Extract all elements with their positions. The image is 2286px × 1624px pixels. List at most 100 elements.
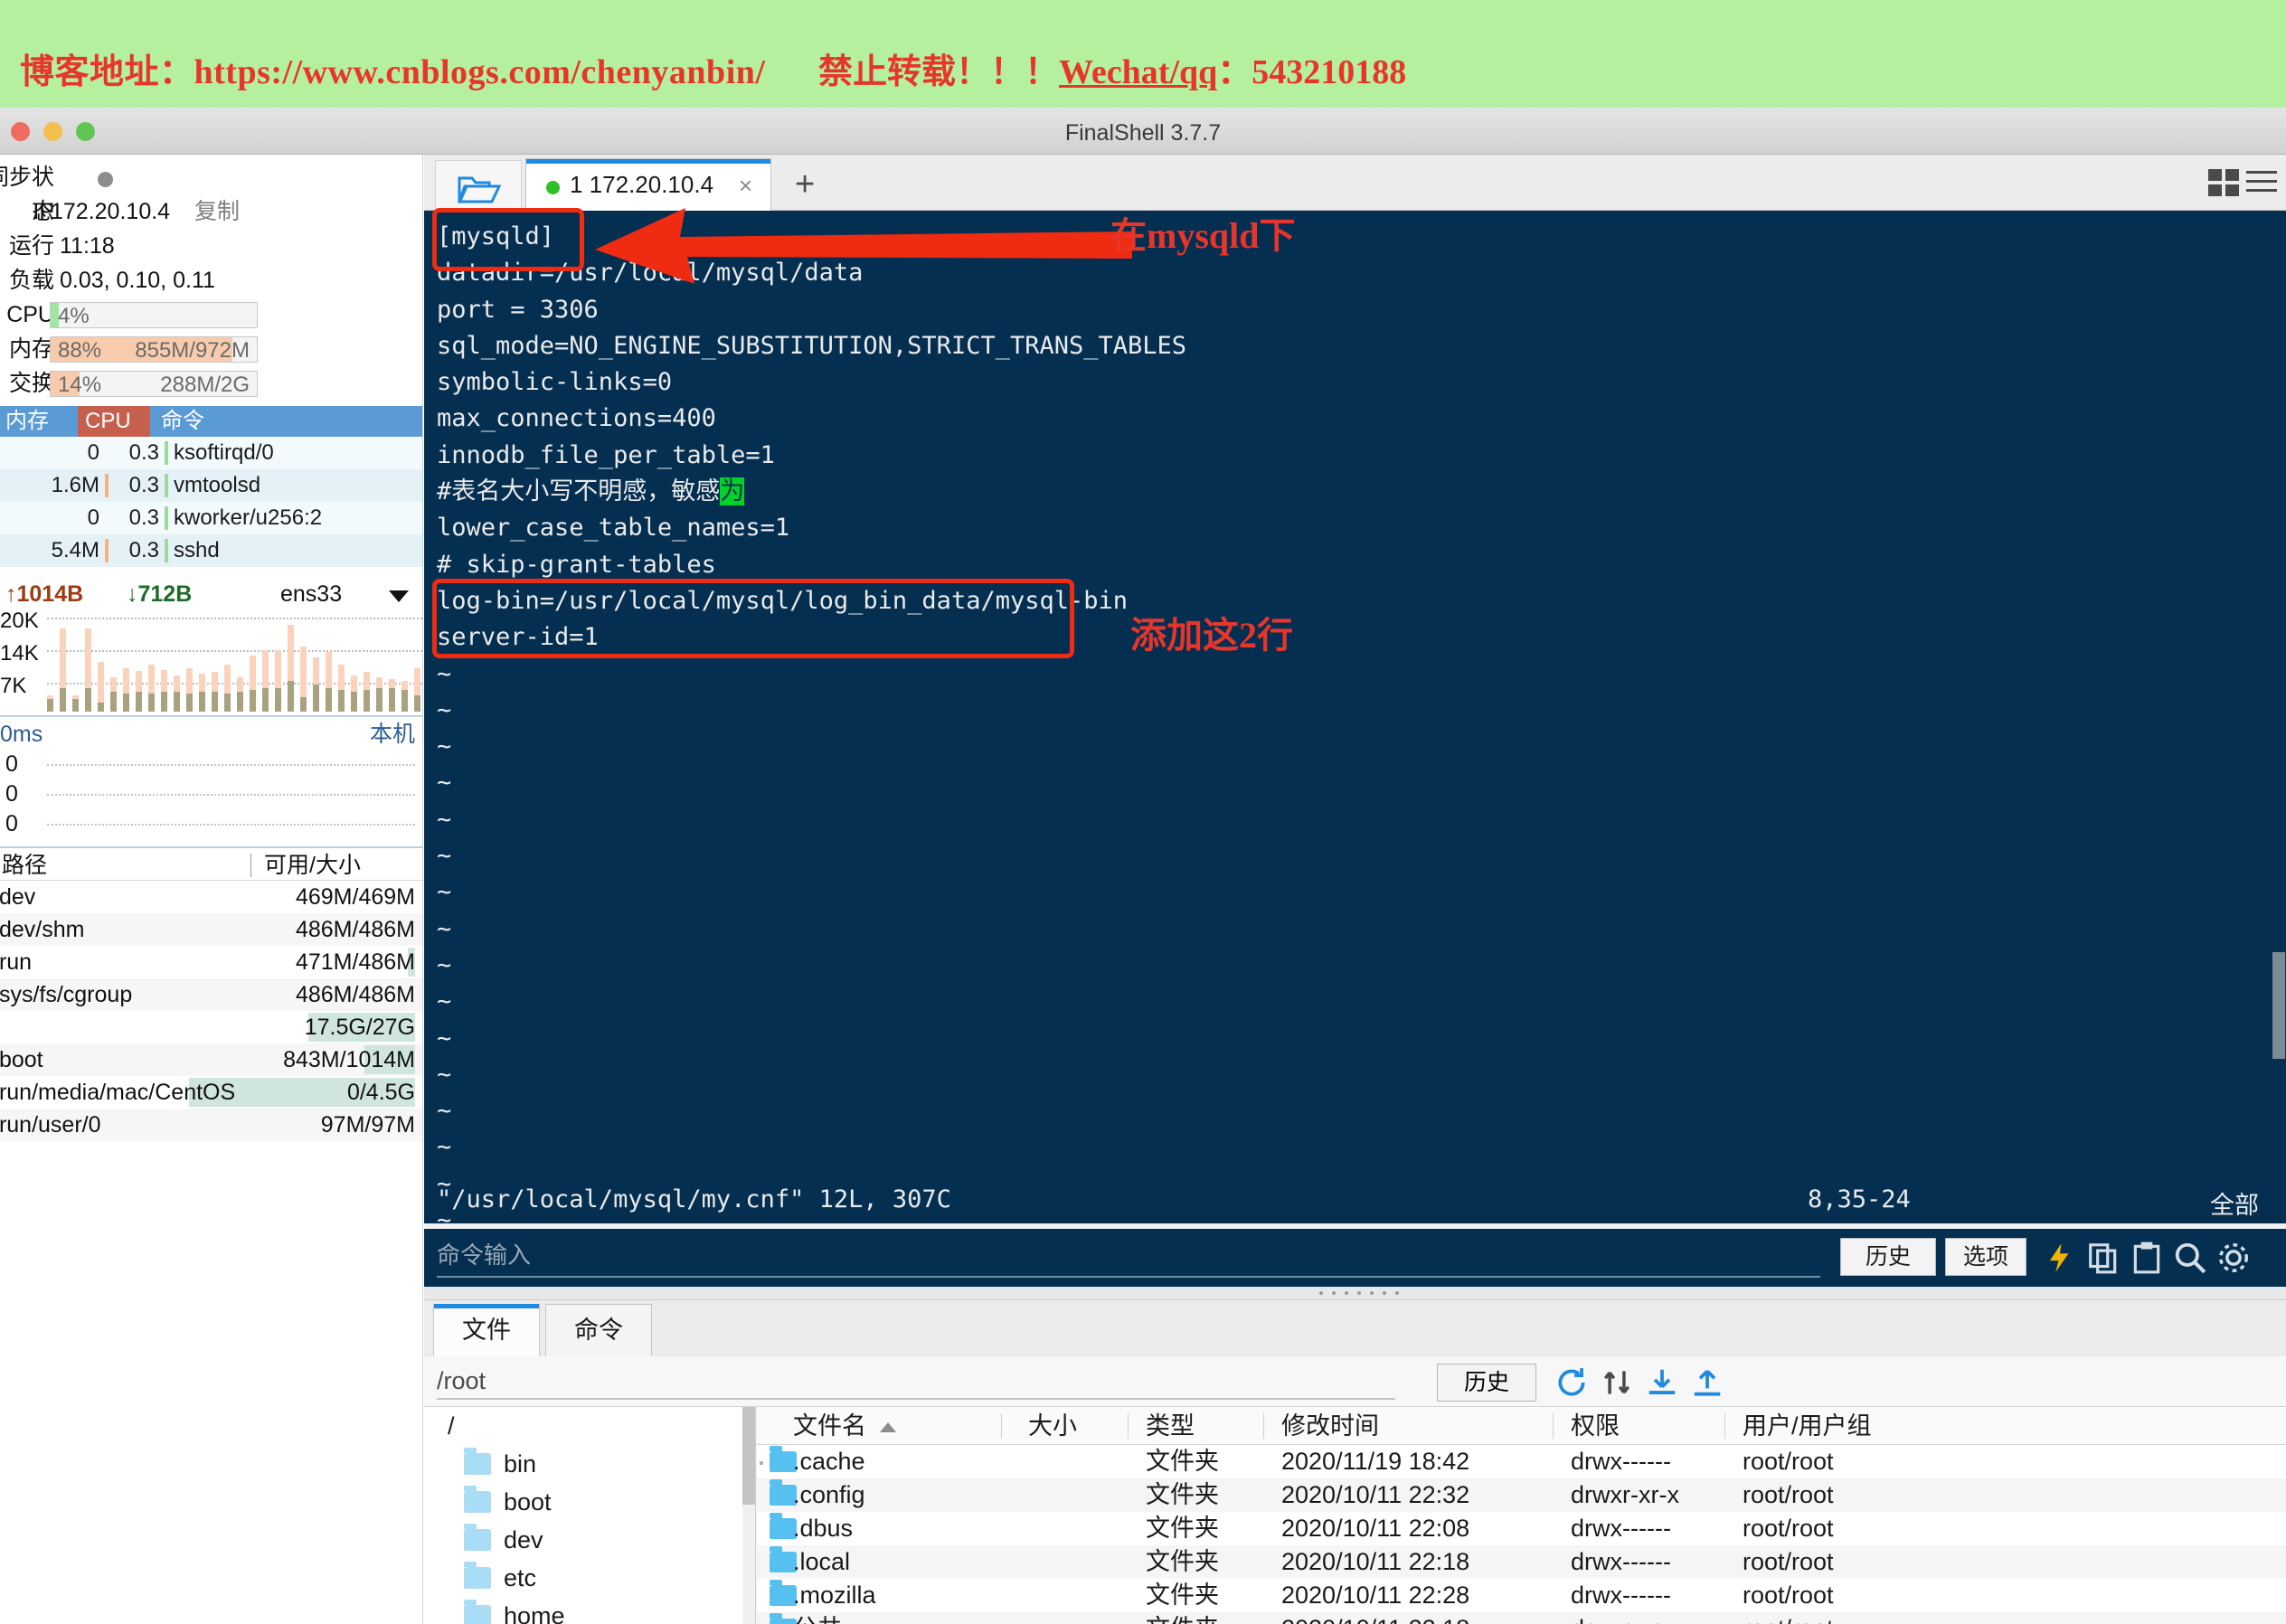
terminal-scrollbar[interactable] xyxy=(2272,211,2286,1223)
latency-number: 0 xyxy=(5,811,18,836)
sort-arrows-icon[interactable] xyxy=(1600,1365,1634,1400)
tree-node[interactable]: home xyxy=(424,1597,755,1624)
process-row[interactable]: 1.6M 0.3 vmtoolsd xyxy=(0,469,422,502)
disk-path: /dev xyxy=(0,884,36,910)
tree-node-label: boot xyxy=(504,1488,552,1515)
gear-icon[interactable] xyxy=(2216,1241,2251,1275)
lightning-icon[interactable] xyxy=(2043,1241,2077,1275)
disk-row[interactable]: /run 471M/486M xyxy=(0,946,422,978)
panel-splitter[interactable] xyxy=(424,1287,2286,1299)
process-col-command[interactable]: 命令 xyxy=(161,406,204,437)
network-ytick-1: 14K xyxy=(0,641,39,666)
window-title: FinalShell 3.7.7 xyxy=(1064,120,1222,146)
folder-icon xyxy=(464,1562,491,1589)
load-label: 负载 xyxy=(8,268,54,293)
disk-row[interactable]: /17.5G/27G xyxy=(0,1011,422,1043)
chevron-down-icon[interactable] xyxy=(389,590,409,602)
file-column-header[interactable]: 修改时间 xyxy=(1281,1407,1379,1445)
tree-scrollbar-thumb[interactable] xyxy=(742,1407,755,1505)
terminal-line: port = 3306 xyxy=(437,295,599,324)
directory-tree[interactable]: /binbootdevetchomelib xyxy=(424,1407,756,1624)
process-cpu-bar xyxy=(165,539,168,562)
file-list-row[interactable]: .local 文件夹 2020/10/11 22:18 drwx------ root/… xyxy=(757,1545,2286,1579)
latency-number: 0 xyxy=(5,751,18,777)
cpu-usage-bar: 4% xyxy=(50,302,258,328)
file-owner: root/root xyxy=(1743,1548,1834,1575)
open-folder-button[interactable] xyxy=(435,160,522,209)
disk-col-path[interactable]: 路径 xyxy=(2,848,47,883)
process-row[interactable]: 0 0.3 kworker/u256:2 xyxy=(0,502,422,534)
latency-number: 0 xyxy=(5,781,18,807)
copy-icon[interactable] xyxy=(2086,1241,2121,1275)
disk-row[interactable]: /run/user/0 97M/97M xyxy=(0,1109,422,1141)
disk-size: 17.5G/27G xyxy=(304,1015,415,1040)
file-name: 公共 xyxy=(793,1612,842,1624)
search-icon[interactable] xyxy=(2173,1241,2207,1275)
tree-node[interactable]: dev xyxy=(424,1521,755,1559)
file-column-header[interactable]: 用户/用户组 xyxy=(1743,1407,1872,1445)
file-list-row[interactable]: .cache 文件夹 2020/11/19 18:42 drwx------ root/… xyxy=(757,1445,2286,1478)
file-list-row[interactable]: .config 文件夹 2020/10/11 22:32 drwxr-xr-x root… xyxy=(757,1478,2286,1512)
tree-node[interactable]: boot xyxy=(424,1483,755,1521)
file-column-header[interactable]: 类型 xyxy=(1146,1407,1195,1445)
file-column-header[interactable]: 大小 xyxy=(1028,1407,1077,1445)
download-icon[interactable] xyxy=(1645,1365,1679,1400)
sort-ascending-icon[interactable] xyxy=(880,1422,896,1432)
annotation-box-mysqld xyxy=(432,208,584,271)
process-row[interactable]: 5.4M 0.3 sshd xyxy=(0,534,422,567)
disk-row[interactable]: /sys/fs/cgroup 486M/486M xyxy=(0,978,422,1011)
disk-row[interactable]: /run/media/mac/CentOS 0/4.5G xyxy=(0,1076,422,1109)
tab-commands[interactable]: 命令 xyxy=(545,1304,652,1356)
disk-col-size[interactable]: 可用/大小 xyxy=(264,848,361,883)
tree-node[interactable]: bin xyxy=(424,1445,755,1483)
tree-node[interactable]: etc xyxy=(424,1559,755,1597)
upload-icon[interactable] xyxy=(1690,1365,1724,1400)
memory-label: 内存 xyxy=(8,336,54,362)
terminal-output[interactable]: [mysqld] datadir=/usr/local/mysql/data por… xyxy=(424,211,2286,1223)
disk-row[interactable]: /dev 469M/469M xyxy=(0,881,422,913)
watermark-banner: 博客地址：https://www.cnblogs.com/chenyanbin/… xyxy=(0,0,2286,108)
file-mtime: 2020/11/19 18:42 xyxy=(1281,1448,1470,1475)
grid-layout-icon[interactable] xyxy=(2208,169,2239,196)
tree-scrollbar[interactable] xyxy=(742,1407,755,1624)
tab-commands-label: 命令 xyxy=(574,1317,623,1344)
network-interface-name[interactable]: ens33 xyxy=(280,576,342,612)
file-column-header[interactable]: 文件名 xyxy=(793,1407,866,1445)
copy-ip-button[interactable]: 复制 xyxy=(194,194,240,229)
file-path-input[interactable] xyxy=(437,1364,1395,1400)
command-options-button[interactable]: 选项 xyxy=(1945,1238,2026,1276)
file-list-row[interactable]: .dbus 文件夹 2020/10/11 22:08 drwx------ root/r… xyxy=(757,1512,2286,1545)
refresh-icon[interactable] xyxy=(1554,1365,1589,1400)
process-col-memory[interactable]: 内存 xyxy=(5,406,49,437)
file-name: .local xyxy=(793,1548,851,1575)
file-mtime: 2020/10/11 22:32 xyxy=(1281,1481,1470,1508)
disk-size: 469M/469M xyxy=(295,884,415,910)
command-input[interactable] xyxy=(437,1234,1820,1278)
process-cpu-bar xyxy=(165,441,168,465)
disk-table-body: /dev 469M/469M/dev/shm 486M/486M/run 471M/4… xyxy=(0,881,422,1141)
terminal-tab-1[interactable]: 1 172.20.10.4 × xyxy=(525,158,771,211)
tab-files[interactable]: 文件 xyxy=(433,1304,540,1356)
folder-icon xyxy=(464,1524,491,1551)
terminal-scrollbar-thumb[interactable] xyxy=(2272,952,2285,1059)
file-mtime: 2020/10/11 22:18 xyxy=(1281,1612,1469,1624)
process-col-cpu[interactable]: CPU xyxy=(78,406,150,437)
latency-row: 0 xyxy=(0,750,422,779)
file-list-row[interactable]: 公共 文件夹 2020/10/11 22:18 drwxr-xr-x root/root xyxy=(757,1612,2286,1624)
file-mtime: 2020/10/11 22:28 xyxy=(1281,1582,1470,1609)
new-tab-button[interactable]: + xyxy=(795,167,815,202)
close-tab-button[interactable]: × xyxy=(739,172,752,200)
file-path-bar: 历史 xyxy=(424,1356,2286,1407)
file-column-header[interactable]: 权限 xyxy=(1571,1407,1620,1445)
paste-icon[interactable] xyxy=(2130,1241,2164,1275)
comment-text: #表名大小写不明感，敏感 xyxy=(437,477,721,506)
tree-root-node[interactable]: / xyxy=(424,1407,755,1445)
process-row[interactable]: 0 0.3 ksoftirqd/0 xyxy=(0,437,422,469)
disk-row[interactable]: /dev/shm 486M/486M xyxy=(0,913,422,946)
hamburger-menu-icon[interactable] xyxy=(2246,169,2277,196)
file-history-button[interactable]: 历史 xyxy=(1437,1364,1536,1402)
disk-row[interactable]: /boot 843M/1014M xyxy=(0,1043,422,1076)
disk-size: 486M/486M xyxy=(295,917,415,942)
command-history-button[interactable]: 历史 xyxy=(1840,1238,1936,1276)
file-list-row[interactable]: .mozilla 文件夹 2020/10/11 22:28 drwx------ roo… xyxy=(757,1579,2286,1612)
